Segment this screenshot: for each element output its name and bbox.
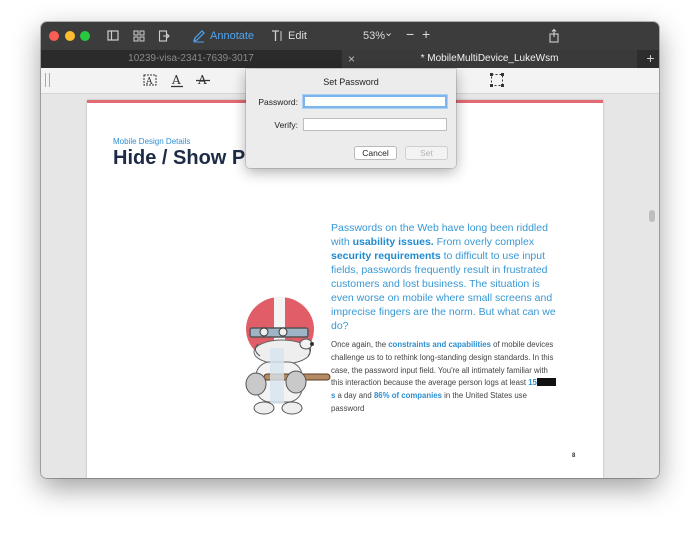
tab-close-icon[interactable]: × [348, 50, 355, 68]
strikethrough-text-tool-icon[interactable]: A [195, 72, 211, 88]
verify-label: Verify: [274, 120, 298, 130]
password-field[interactable] [303, 95, 447, 108]
tab-label: 10239-visa-2341-7639-3017 [128, 53, 254, 64]
set-password-dialog: Set Password Password: Verify: Cancel Se… [246, 69, 456, 168]
text-run: Once again, the [331, 340, 389, 349]
highlighted-text: 86% of companies [373, 391, 442, 401]
polar-bear-illustration [234, 292, 334, 420]
set-button[interactable]: Set [405, 146, 448, 160]
cancel-button[interactable]: Cancel [354, 146, 397, 160]
annotate-button[interactable]: Annotate [210, 29, 254, 43]
sidebar-toggle-icon[interactable] [107, 28, 119, 44]
tab-document-1[interactable]: 10239-visa-2341-7639-3017 [41, 50, 341, 68]
zoom-out-button[interactable]: − [406, 27, 414, 41]
export-icon[interactable] [158, 28, 170, 44]
text-run: From overly complex [433, 236, 535, 248]
dialog-title: Set Password [323, 77, 379, 87]
edit-text-icon[interactable] [270, 28, 284, 44]
vertical-scrollbar-thumb[interactable] [649, 210, 655, 222]
selection-tool-icon[interactable] [489, 72, 505, 88]
title-bar: Annotate Edit 53% ⌄ − + [41, 22, 659, 50]
app-window: Annotate Edit 53% ⌄ − + 10239-visa-2341-… [41, 22, 659, 478]
page-number: 8 [572, 453, 576, 459]
toolbar-grip-handle[interactable] [45, 73, 50, 87]
zoom-in-button[interactable]: + [422, 27, 430, 41]
minimize-window-button[interactable] [65, 31, 75, 41]
thumbnails-grid-icon[interactable] [133, 28, 145, 44]
intro-paragraph: Passwords on the Web have long been ridd… [331, 221, 565, 333]
text-run: to difficult to use input fields, passwo… [331, 250, 556, 332]
annotate-pen-icon[interactable] [192, 28, 206, 44]
zoom-level[interactable]: 53% [363, 29, 385, 43]
close-window-button[interactable] [49, 31, 59, 41]
tab-document-2[interactable]: × * MobileMultiDevice_LukeWsm [342, 50, 637, 68]
page-heading: Hide / Show P [113, 147, 246, 169]
verify-field[interactable] [303, 118, 447, 131]
body-paragraph: Once again, the constraints and capabili… [331, 339, 557, 416]
tab-bar: 10239-visa-2341-7639-3017 × * MobileMult… [41, 50, 659, 68]
zoom-chevron-down-icon[interactable]: ⌄ [384, 26, 393, 40]
highlighted-text: 15 [528, 378, 537, 388]
share-icon[interactable] [548, 28, 560, 44]
redaction-block [536, 378, 556, 387]
highlighted-text: constraints and capabilities [388, 340, 491, 349]
text-box-tool-icon[interactable]: A [142, 72, 158, 88]
underline-text-tool-icon[interactable]: A [169, 72, 185, 88]
tab-label: * MobileMultiDevice_LukeWsm [420, 53, 559, 64]
new-tab-button[interactable]: + [642, 50, 659, 68]
password-label: Password: [258, 97, 298, 107]
section-kicker: Mobile Design Details [113, 137, 191, 146]
highlighted-text: security requirements [331, 250, 441, 262]
text-run: a day and [335, 391, 374, 401]
highlighted-text: usability issues. [352, 236, 434, 248]
svg-text:A: A [145, 77, 153, 87]
zoom-window-button[interactable] [80, 31, 90, 41]
svg-text:A: A [171, 73, 181, 87]
edit-button[interactable]: Edit [288, 29, 307, 43]
